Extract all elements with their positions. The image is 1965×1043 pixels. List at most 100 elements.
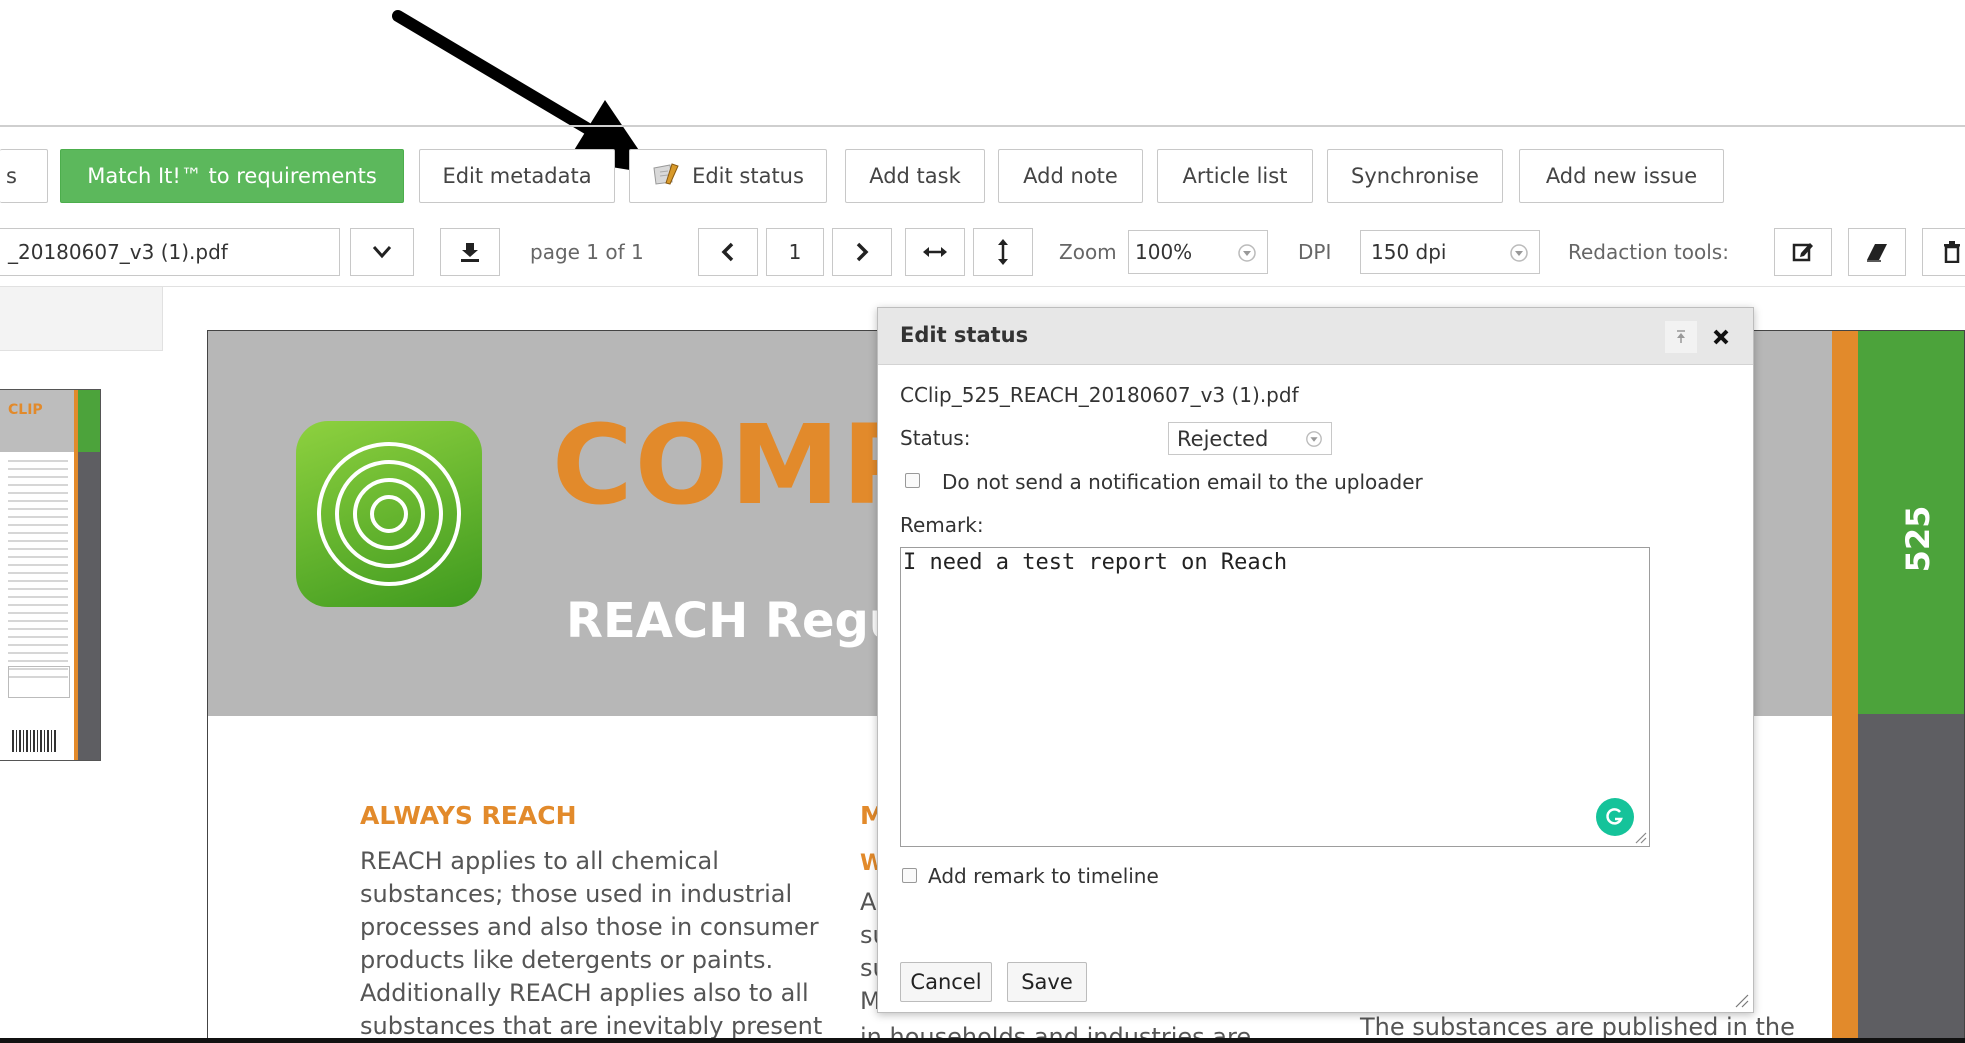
cancel-button[interactable]: Cancel [900, 962, 992, 1002]
eraser-icon [1867, 244, 1887, 262]
dropdown-icon [1306, 431, 1322, 447]
page-number-input[interactable]: 1 [766, 228, 824, 276]
add-note-button[interactable]: Add note [998, 149, 1143, 203]
thumbnail-text-lines [8, 460, 68, 680]
zoom-label: Zoom [1059, 240, 1117, 264]
article-list-button[interactable]: Article list [1157, 149, 1313, 203]
remark-text: I need a test report on Reach [903, 550, 1288, 575]
redaction-tools-label: Redaction tools: [1568, 240, 1729, 264]
thumbnail-gray-strip [78, 452, 100, 760]
dialog-close-button[interactable] [1705, 321, 1737, 353]
add-task-label: Add task [869, 164, 961, 188]
toolbar-top-border [0, 125, 1965, 127]
next-page-button[interactable] [832, 228, 892, 276]
thumbnail-barcode [12, 730, 56, 752]
synchronise-label: Synchronise [1351, 164, 1479, 188]
file-select[interactable]: _20180607_v3 (1).pdf [0, 228, 340, 276]
edit-status-dialog: Edit status CClip_525_REACH_20180607_v3 … [877, 307, 1754, 1013]
column1-line: Additionally REACH applies also to all [360, 979, 809, 1007]
status-select-value: Rejected [1177, 426, 1269, 451]
zoom-value: 100% [1135, 240, 1193, 264]
column1-line: substances; those used in industrial [360, 880, 793, 908]
fit-height-icon [998, 239, 1008, 265]
notify-label: Do not send a notification email to the … [942, 470, 1423, 494]
side-number-text: 525 [1899, 505, 1937, 573]
dialog-title: Edit status [900, 323, 1029, 347]
cancel-label: Cancel [910, 970, 982, 994]
notify-checkbox[interactable] [905, 473, 920, 488]
article-list-label: Article list [1182, 164, 1288, 188]
cut-off-button[interactable]: s [0, 149, 48, 203]
close-icon [1713, 329, 1729, 345]
dpi-select[interactable]: 150 dpi [1360, 230, 1540, 274]
column1-text: REACH applies to all chemical substances… [360, 845, 860, 1042]
chevron-down-icon [372, 246, 392, 259]
cut-off-button-label: s [6, 164, 17, 188]
redact-delete-button[interactable] [1922, 228, 1965, 276]
prev-page-button[interactable] [698, 228, 758, 276]
thumbnail-green-strip [78, 390, 100, 452]
dialog-resize-handle-icon[interactable] [1733, 992, 1749, 1008]
status-label: Status: [900, 426, 971, 450]
edit-status-button[interactable]: Edit status [629, 149, 827, 203]
zoom-select[interactable]: 100% [1128, 230, 1268, 274]
side-orange-bar [1832, 331, 1858, 1042]
add-new-issue-label: Add new issue [1545, 164, 1698, 188]
column1-title: ALWAYS REACH [360, 801, 577, 830]
fit-height-button[interactable] [973, 228, 1033, 276]
save-label: Save [1021, 970, 1073, 994]
dialog-file-name: CClip_525_REACH_20180607_v3 (1).pdf [900, 383, 1299, 407]
match-it-label: Match It!™ to requirements [87, 164, 377, 188]
chevron-right-icon [856, 242, 869, 262]
file-select-toggle[interactable] [350, 228, 414, 276]
add-note-label: Add note [1023, 164, 1118, 188]
edit-metadata-button[interactable]: Edit metadata [419, 149, 615, 203]
file-select-value: _20180607_v3 (1).pdf [8, 240, 228, 264]
remark-label: Remark: [900, 513, 984, 537]
page-thumbnail[interactable]: CLIP [0, 389, 101, 761]
add-task-button[interactable]: Add task [845, 149, 985, 203]
fit-width-button[interactable] [905, 228, 965, 276]
screen-bottom-edge [0, 1038, 1965, 1043]
column1-line: processes and also those in consumer [360, 913, 819, 941]
column1-line: products like detergents or paints. [360, 946, 774, 974]
edit-status-label: Edit status [692, 164, 804, 188]
dpi-label: DPI [1298, 240, 1332, 264]
trash-icon [1944, 241, 1960, 263]
add-new-issue-button[interactable]: Add new issue [1519, 149, 1724, 203]
resize-handle-icon[interactable] [1633, 830, 1647, 844]
thumbnail-panel-header [0, 287, 163, 351]
page-number-value: 1 [788, 240, 802, 264]
save-button[interactable]: Save [1007, 962, 1087, 1002]
edit-icon [1792, 243, 1813, 262]
target-logo-icon [317, 442, 461, 586]
thumbnail-box [8, 666, 70, 698]
match-it-button[interactable]: Match It!™ to requirements [60, 149, 404, 203]
column1-line: REACH applies to all chemical [360, 847, 719, 875]
dialog-pin-button[interactable] [1665, 321, 1697, 353]
document-heading: COMP [552, 401, 925, 529]
download-icon [461, 243, 479, 262]
redact-edit-button[interactable] [1774, 228, 1832, 276]
dropdown-icon [1510, 244, 1528, 262]
redact-eraser-button[interactable] [1848, 228, 1906, 276]
thumbnail-title: CLIP [8, 402, 43, 418]
edit-status-icon [652, 162, 680, 191]
pin-icon [1677, 330, 1685, 343]
edit-metadata-label: Edit metadata [442, 164, 592, 188]
dpi-value: 150 dpi [1371, 240, 1447, 264]
fit-width-icon [923, 247, 947, 257]
synchronise-button[interactable]: Synchronise [1327, 149, 1503, 203]
status-select[interactable]: Rejected [1168, 422, 1332, 455]
download-button[interactable] [440, 228, 500, 276]
chevron-left-icon [721, 242, 734, 262]
app-logo [296, 421, 482, 607]
timeline-label: Add remark to timeline [928, 864, 1159, 888]
page-indicator: page 1 of 1 [530, 240, 644, 264]
grammarly-icon[interactable] [1596, 798, 1634, 836]
toolbar-bottom-border [0, 286, 1965, 287]
timeline-checkbox[interactable] [902, 868, 917, 883]
side-number: 525 [1888, 506, 1948, 573]
remark-textarea[interactable]: I need a test report on Reach [900, 547, 1650, 847]
dialog-header: Edit status [878, 308, 1753, 365]
